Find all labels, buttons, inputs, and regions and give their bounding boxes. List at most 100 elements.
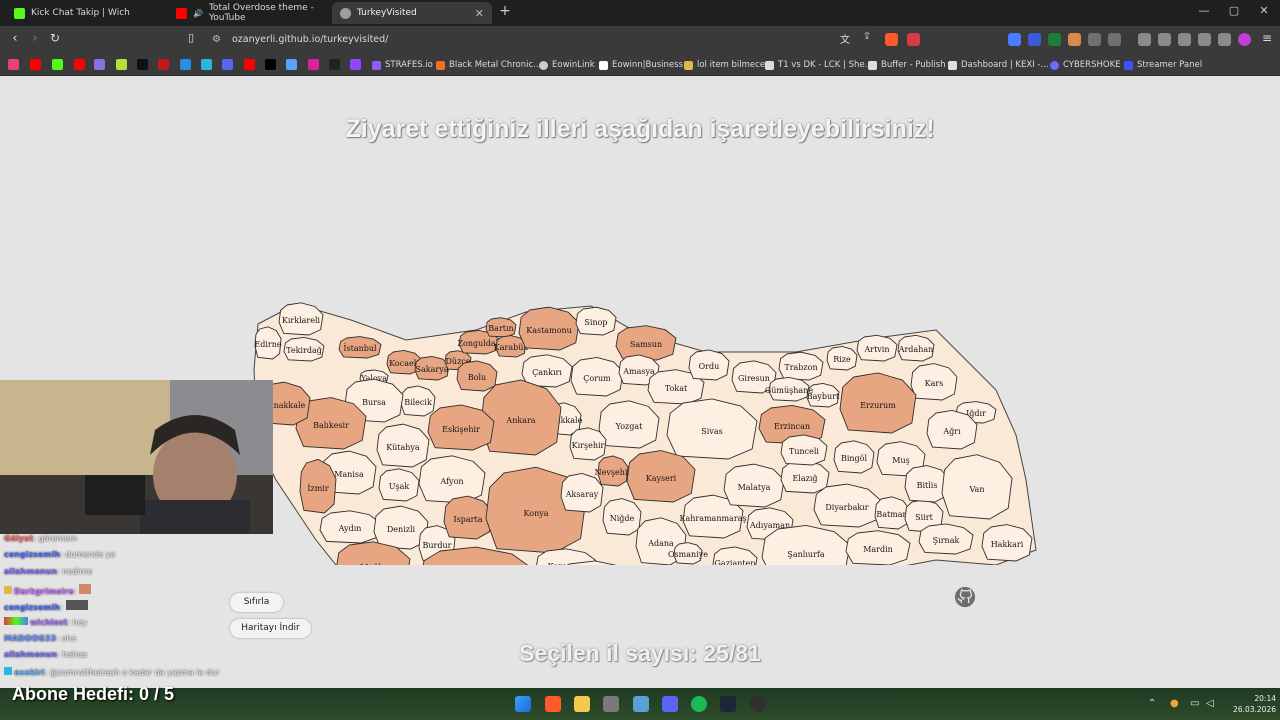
chevron-up-icon[interactable]: ⌃ — [1148, 698, 1156, 709]
bookmark-streamer-panel[interactable]: Streamer Panel — [1124, 58, 1202, 72]
bookmark-icon[interactable] — [222, 59, 233, 70]
province-ordu[interactable]: Ordu — [688, 349, 730, 381]
menu-icon[interactable]: ≡ — [1258, 31, 1276, 45]
province-batman[interactable]: Batman — [874, 496, 910, 530]
tab-kick-chat[interactable]: Kick Chat Takip | Wich — [6, 2, 166, 24]
province-kastamonu[interactable]: Kastamonu — [518, 306, 580, 351]
province-yozgat[interactable]: Yozgat — [598, 400, 660, 449]
province-bingöl[interactable]: Bingöl — [833, 440, 875, 474]
share-icon[interactable]: ⇪ — [858, 31, 876, 42]
province-aksaray[interactable]: Aksaray — [560, 472, 604, 513]
steam-taskbar-icon[interactable] — [720, 696, 736, 712]
province-diyarbakır[interactable]: Diyarbakır — [813, 483, 881, 528]
volume-icon[interactable]: ◁ — [1206, 698, 1214, 709]
puzzle-extensions-icon[interactable] — [1088, 33, 1101, 46]
province-çorum[interactable]: Çorum — [570, 356, 624, 397]
bookmark-t1-dk[interactable]: T1 vs DK - LCK | She... — [765, 58, 873, 72]
province-bolu[interactable]: Bolu — [456, 360, 498, 392]
bookmark-icon[interactable] — [94, 59, 105, 70]
province-erzurum[interactable]: Erzurum — [839, 372, 917, 434]
discord-taskbar-icon[interactable] — [662, 696, 678, 712]
province-i̇stanbul[interactable]: İstanbul — [338, 336, 382, 359]
file-explorer-icon[interactable] — [574, 696, 590, 712]
twitch-bookmark-icon[interactable] — [350, 59, 361, 70]
x-bookmark-icon[interactable] — [265, 59, 276, 70]
province-kars[interactable]: Kars — [910, 363, 958, 401]
sidebar-icon[interactable] — [1158, 33, 1171, 46]
instagram-bookmark-icon[interactable] — [308, 59, 319, 70]
province-sivas[interactable]: Sivas — [666, 398, 758, 460]
province-uşak[interactable]: Uşak — [378, 468, 420, 502]
province-çankırı[interactable]: Çankırı — [521, 354, 573, 388]
address-bar[interactable]: ⚙ ozanyerli.github.io/turkeyvisited/ — [204, 30, 924, 50]
bookmark-dashboard-kexi[interactable]: Dashboard | KEXI -... — [948, 58, 1049, 72]
microphone-icon[interactable]: ● — [1170, 698, 1179, 709]
tool-taskbar-icon[interactable] — [603, 696, 619, 712]
network-icon[interactable]: ▭ — [1190, 698, 1199, 709]
spotify-taskbar-icon[interactable] — [691, 696, 707, 712]
close-tab-icon[interactable]: ✕ — [475, 7, 484, 20]
profile-icon[interactable] — [1238, 33, 1251, 46]
wallet-icon[interactable] — [1178, 33, 1191, 46]
bookmark-icon[interactable] — [158, 59, 169, 70]
bookmark-cybershoke[interactable]: CYBERSHOKE — [1050, 58, 1121, 72]
close-window-button[interactable]: ✕ — [1254, 4, 1274, 17]
extension-icon[interactable] — [1008, 33, 1021, 46]
province-trabzon[interactable]: Trabzon — [778, 351, 824, 381]
province-niğde[interactable]: Niğde — [602, 498, 642, 536]
province-kırşehir[interactable]: Kırşehir — [569, 427, 607, 461]
forward-icon[interactable]: › — [26, 31, 44, 46]
reload-icon[interactable]: ↻ — [46, 31, 64, 45]
province-ankara[interactable]: Ankara — [480, 379, 562, 456]
site-info-icon[interactable]: ⚙ — [212, 30, 221, 50]
bookmark-icon[interactable] — [329, 59, 340, 70]
brave-shield-icon[interactable] — [885, 33, 898, 46]
tab-youtube[interactable]: 🔊 Total Overdose theme - YouTube — [168, 2, 328, 24]
bookmark-strafes[interactable]: STRAFES.io — [372, 58, 433, 72]
apps-icon[interactable] — [8, 59, 19, 70]
bookmark-eowinn-business[interactable]: Eowinn|Business — [599, 58, 683, 72]
windows-start-icon[interactable] — [515, 696, 531, 712]
bookmark-lol-item[interactable]: lol item bilmece — [684, 58, 765, 72]
vpn-icon[interactable] — [1218, 33, 1231, 46]
github-icon[interactable] — [954, 586, 976, 608]
province-kırklareli[interactable]: Kırklareli — [278, 302, 324, 336]
bookmark-icon[interactable] — [201, 59, 212, 70]
province-şırnak[interactable]: Şırnak — [918, 523, 974, 555]
translate-icon[interactable]: 文 — [836, 31, 854, 46]
province-eskişehir[interactable]: Eskişehir — [427, 404, 495, 451]
province-bilecik[interactable]: Bilecik — [400, 385, 436, 417]
youtube-bookmark-icon[interactable] — [74, 59, 85, 70]
brave-taskbar-icon[interactable] — [545, 696, 561, 712]
extension-icon[interactable] — [1048, 33, 1061, 46]
kick-bookmark-icon[interactable] — [52, 59, 63, 70]
media-icon[interactable] — [1138, 33, 1151, 46]
bookmark-icon[interactable]: ▯ — [182, 31, 200, 44]
bookmark-buffer[interactable]: Buffer - Publish — [868, 58, 946, 72]
youtube-bookmark-icon[interactable] — [30, 59, 41, 70]
tab-turkeyvisited[interactable]: TurkeyVisited ✕ — [332, 2, 492, 24]
leo-ai-icon[interactable] — [1198, 33, 1211, 46]
province-tekirdağ[interactable]: Tekirdağ — [283, 336, 325, 362]
province-afyon[interactable]: Afyon — [418, 455, 486, 504]
extension-icon[interactable] — [1028, 33, 1041, 46]
province-hakkari[interactable]: Hakkari — [981, 524, 1033, 562]
province-artvin[interactable]: Artvin — [856, 334, 898, 362]
province-tunceli[interactable]: Tunceli — [780, 434, 828, 466]
tiktok-bookmark-icon[interactable] — [137, 59, 148, 70]
extension-icon[interactable] — [1068, 33, 1081, 46]
extension-icon[interactable] — [1108, 33, 1121, 46]
province-i̇zmir[interactable]: İzmir — [299, 458, 337, 514]
audio-playing-icon[interactable]: 🔊 — [193, 9, 203, 18]
bookmark-black-metal[interactable]: Black Metal Chronic... — [436, 58, 541, 72]
province-sinop[interactable]: Sinop — [575, 306, 617, 336]
province-malatya[interactable]: Malatya — [723, 463, 785, 508]
province-isparta[interactable]: Isparta — [443, 495, 493, 540]
bookmark-icon[interactable] — [116, 59, 127, 70]
province-bitlis[interactable]: Bitlis — [904, 465, 950, 503]
province-ardahan[interactable]: Ardahan — [897, 334, 935, 362]
province-aydın[interactable]: Aydın — [319, 510, 381, 544]
brave-rewards-icon[interactable] — [907, 33, 920, 46]
bookmark-icon[interactable] — [286, 59, 297, 70]
new-tab-button[interactable]: + — [495, 3, 515, 19]
